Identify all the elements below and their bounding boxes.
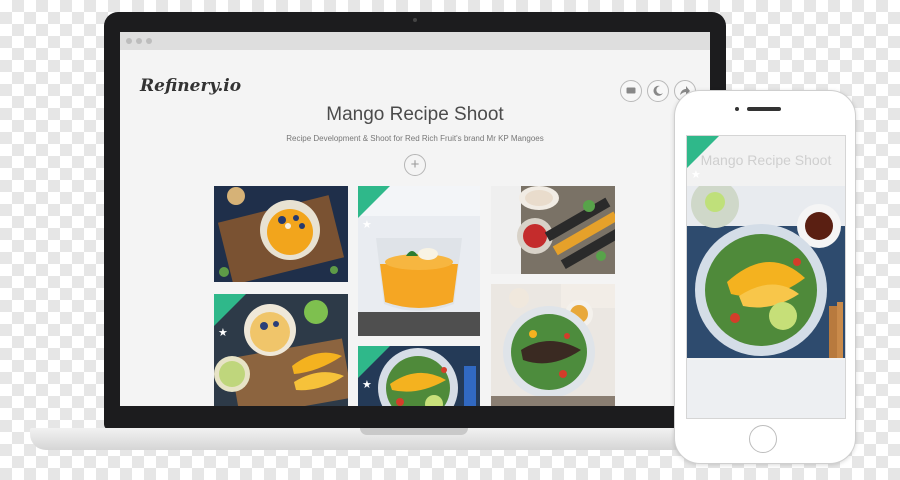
favorite-badge[interactable]: ★ bbox=[214, 294, 246, 339]
grilled-meat-salad-photo bbox=[491, 284, 615, 406]
phone-speaker bbox=[747, 107, 781, 111]
phone-frame: Mango Recipe Shoot ★ bbox=[674, 90, 856, 464]
star-icon: ★ bbox=[691, 169, 701, 181]
phone-gallery-tile[interactable] bbox=[687, 186, 845, 358]
laptop-camera bbox=[413, 18, 417, 22]
window-close-dot[interactable] bbox=[126, 38, 132, 44]
favorite-badge[interactable]: ★ bbox=[687, 136, 719, 181]
phone-camera bbox=[735, 107, 739, 111]
add-button[interactable]: + bbox=[404, 154, 426, 176]
gallery-tile-1[interactable] bbox=[214, 186, 348, 282]
phone-mango-salad-photo bbox=[687, 186, 845, 358]
laptop-screen: Refinery.io Mango Recipe Shoot Recipe De… bbox=[120, 32, 710, 406]
star-icon: ★ bbox=[362, 219, 372, 231]
night-mode-icon[interactable] bbox=[647, 80, 669, 102]
laptop-notch bbox=[360, 428, 468, 435]
phone-screen: Mango Recipe Shoot ★ bbox=[686, 135, 846, 419]
window-maximize-dot[interactable] bbox=[146, 38, 152, 44]
gallery-tile-2[interactable]: ★ bbox=[358, 186, 480, 336]
browser-titlebar bbox=[120, 32, 710, 50]
brand-logo[interactable]: Refinery.io bbox=[140, 76, 241, 96]
home-button[interactable] bbox=[749, 425, 777, 453]
comment-icon[interactable] bbox=[620, 80, 642, 102]
laptop-base bbox=[30, 428, 690, 450]
gallery-tile-3[interactable] bbox=[491, 186, 615, 274]
favorite-badge[interactable]: ★ bbox=[358, 346, 390, 391]
gallery-tile-4[interactable]: ★ bbox=[214, 294, 348, 406]
web-page: Refinery.io Mango Recipe Shoot Recipe De… bbox=[120, 50, 710, 406]
page-title: Mango Recipe Shoot bbox=[326, 104, 504, 125]
laptop-frame: Refinery.io Mango Recipe Shoot Recipe De… bbox=[104, 12, 726, 430]
window-minimize-dot[interactable] bbox=[136, 38, 142, 44]
page-subtitle: Recipe Development & Shoot for Red Rich … bbox=[286, 134, 544, 143]
gallery-tile-6[interactable] bbox=[491, 284, 615, 406]
phone-gallery-fade bbox=[687, 360, 845, 418]
skewers-photo bbox=[491, 186, 615, 274]
star-icon: ★ bbox=[218, 327, 228, 339]
star-icon: ★ bbox=[362, 379, 372, 391]
gallery-tile-5[interactable]: ★ bbox=[358, 346, 480, 406]
favorite-badge[interactable]: ★ bbox=[358, 186, 390, 231]
smoothie-bowl-photo bbox=[214, 186, 348, 282]
